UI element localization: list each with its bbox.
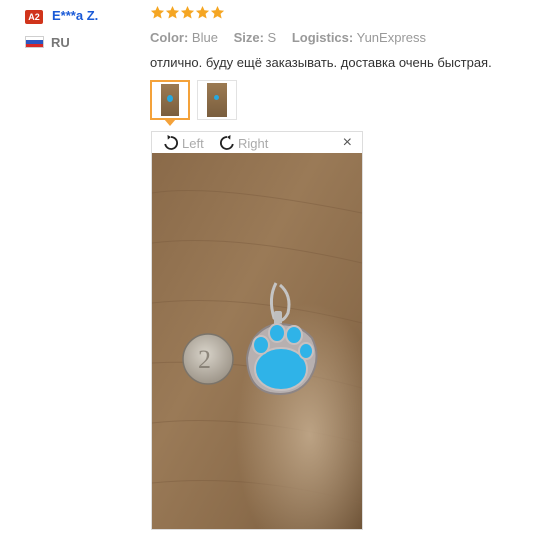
review-text: отлично. буду ещё заказывать. доставка о… [150,55,492,70]
logistics-value: YunExpress [356,30,426,45]
russia-flag-icon [25,36,44,48]
reviewer-country: RU [51,35,70,50]
size-value: S [267,30,277,45]
size-key: Size: [233,30,264,45]
active-thumb-caret-icon [164,119,176,126]
star-icon [210,5,225,19]
rotate-left-label: Left [182,135,204,151]
rotate-left-icon [164,135,179,150]
rotate-left-button[interactable]: Left [162,134,204,152]
logistics-key: Logistics: [291,30,354,45]
star-icon [195,5,210,19]
rotate-right-label: Right [238,135,269,151]
color-key: Color: [150,30,189,45]
star-rating [150,5,225,20]
review-thumbnail-1[interactable] [150,80,190,120]
rotate-right-icon [219,135,234,150]
thumbnail-photo [161,84,179,116]
reviewer-name[interactable]: E***a Z. [52,8,98,23]
star-icon [150,5,165,19]
star-icon [165,5,180,19]
star-icon [180,5,195,19]
reviewer-badge: A2 [25,10,43,24]
viewer-toolbar: Left Right × [152,132,362,154]
review-thumbnail-2[interactable] [197,80,237,120]
close-viewer-button[interactable]: × [343,134,352,152]
review-meta: Color: Blue Size: S Logistics: YunExpres… [150,30,438,45]
image-viewer: Left Right × 2 [151,131,363,530]
color-value: Blue [191,30,218,45]
review-photo: 2 [152,153,362,529]
rotate-right-button[interactable]: Right [218,134,268,152]
svg-text:2: 2 [198,345,211,374]
thumbnail-photo [207,83,227,117]
